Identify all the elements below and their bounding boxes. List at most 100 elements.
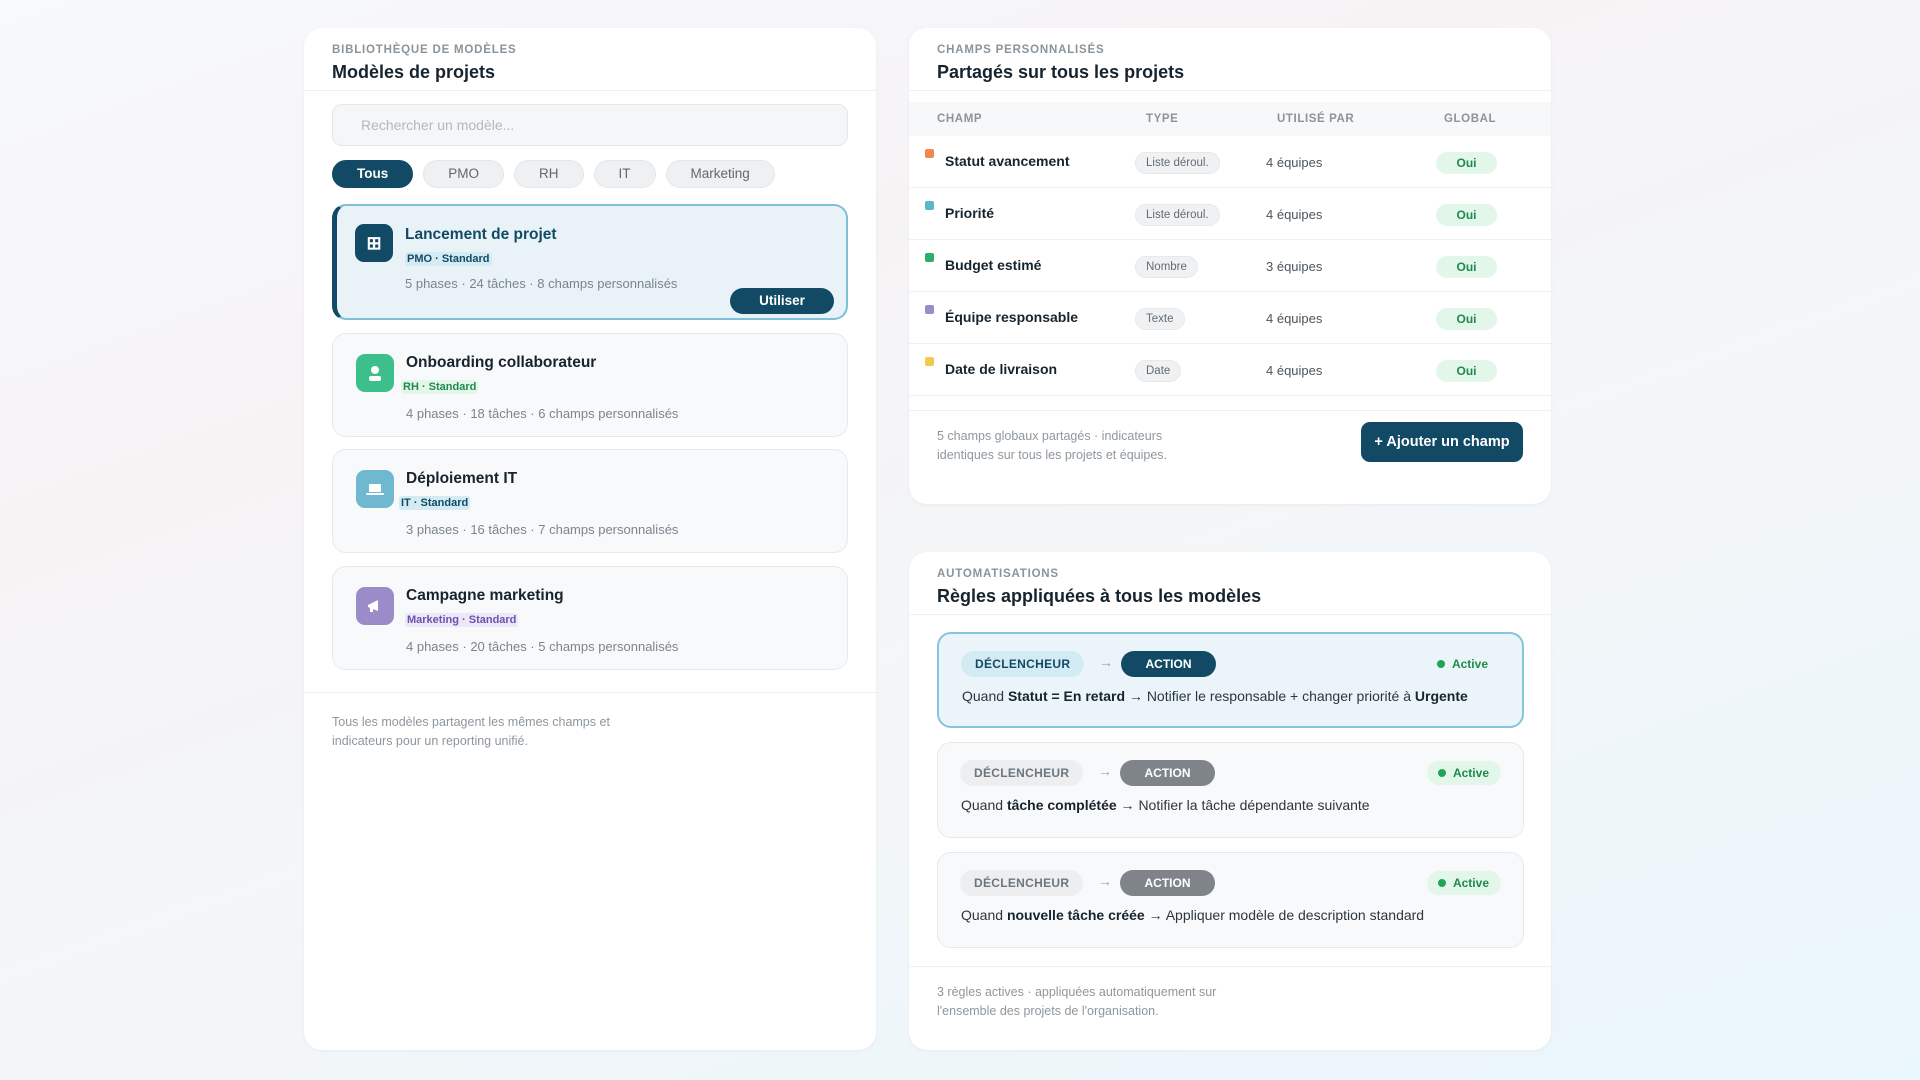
column-header-global: GLOBAL (1444, 113, 1497, 125)
column-header-champ: CHAMP (937, 113, 983, 125)
action-badge: ACTION (1120, 870, 1215, 896)
rule-when: Quand (961, 907, 1004, 923)
arrow-right-icon: → (1098, 763, 1112, 779)
rule-description: Quand Statut = En retard → Notifier le r… (962, 688, 1468, 704)
automations-title: Règles appliquées à tous les modèles (937, 586, 1262, 606)
template-tag: RH · Standard (401, 380, 479, 394)
template-tag: IT · Standard (399, 496, 471, 510)
column-header-utilise-par: UTILISÉ PAR (1277, 113, 1355, 125)
field-name: Date de livraison (945, 361, 1058, 377)
rule-target: Urgente (1414, 688, 1468, 704)
rule-action: Appliquer modèle de description standard (1165, 907, 1425, 923)
rule-arrow: → (1128, 688, 1143, 704)
table-row[interactable]: Statut avancement Liste déroul. 4 équipe… (909, 136, 1551, 188)
fields-footer: 5 champs globaux partagés · indicateurs … (909, 410, 1551, 481)
field-global-badge: Oui (1436, 360, 1497, 382)
field-used-by: 3 équipes (1266, 259, 1323, 274)
status-dot-icon (1437, 769, 1446, 777)
custom-fields-panel: CHAMPS PERSONNALISÉS Partagés sur tous l… (909, 28, 1551, 504)
templates-panel: BIBLIOTHÈQUE DE MODÈLES Modèles de proje… (304, 28, 876, 1050)
templates-header: BIBLIOTHÈQUE DE MODÈLES Modèles de proje… (304, 28, 876, 91)
field-global-badge: Oui (1436, 308, 1497, 330)
rule-description: Quand nouvelle tâche créée → Appliquer m… (961, 907, 1424, 923)
automations-panel: AUTOMATISATIONS Règles appliquées à tous… (909, 552, 1551, 1050)
action-badge: ACTION (1120, 760, 1215, 786)
megaphone-icon (356, 587, 394, 625)
rule-condition: Statut = En retard (1007, 688, 1126, 704)
field-type-badge: Nombre (1135, 256, 1198, 278)
fields-table-header: CHAMP TYPE UTILISÉ PAR GLOBAL (909, 102, 1551, 136)
arrow-right-icon: → (1098, 873, 1112, 889)
status-dot-icon (1436, 660, 1445, 668)
filter-chip-pmo[interactable]: PMO (423, 160, 505, 188)
trigger-badge: DÉCLENCHEUR (960, 760, 1084, 786)
filter-chip-marketing[interactable]: Marketing (665, 160, 775, 188)
field-name: Budget estimé (945, 257, 1042, 273)
rule-status-toggle[interactable]: Active (1426, 871, 1501, 895)
field-type-badge: Liste déroul. (1135, 152, 1220, 174)
rule-status-toggle[interactable]: Active (1426, 761, 1501, 785)
template-meta: 3 phases · 16 tâches · 7 champs personna… (406, 522, 679, 537)
trigger-badge: DÉCLENCHEUR (961, 651, 1085, 677)
field-used-by: 4 équipes (1266, 207, 1323, 222)
field-global-badge: Oui (1436, 204, 1497, 226)
field-name: Priorité (945, 205, 995, 221)
automation-rule-card[interactable]: DÉCLENCHEUR → ACTION Active Quand tâche … (937, 742, 1524, 838)
automation-rule-card[interactable]: DÉCLENCHEUR → ACTION Active Quand nouvel… (937, 852, 1524, 948)
template-tag: Marketing · Standard (405, 613, 519, 627)
automations-eyebrow: AUTOMATISATIONS (937, 568, 1059, 580)
template-search-input[interactable]: Rechercher un modèle... (332, 104, 848, 146)
templates-eyebrow: BIBLIOTHÈQUE DE MODÈLES (332, 44, 517, 56)
rule-description: Quand tâche complétée → Notifier la tâch… (961, 797, 1370, 813)
filter-chip-it[interactable]: IT (593, 160, 656, 188)
field-used-by: 4 équipes (1266, 311, 1323, 326)
trigger-badge: DÉCLENCHEUR (960, 870, 1084, 896)
template-meta: 5 phases · 24 tâches · 8 champs personna… (405, 276, 678, 291)
field-type-badge: Liste déroul. (1135, 204, 1220, 226)
field-global-badge: Oui (1436, 256, 1497, 278)
table-row[interactable]: Priorité Liste déroul. 4 équipes Oui (909, 188, 1551, 240)
laptop-icon (356, 470, 394, 508)
field-used-by: 4 équipes (1266, 155, 1323, 170)
rule-when: Quand (961, 797, 1004, 813)
rule-status-label: Active (1452, 766, 1489, 780)
filter-chip-rh[interactable]: RH (514, 160, 584, 188)
template-name: Campagne marketing (406, 587, 564, 604)
field-used-by: 4 équipes (1266, 363, 1323, 378)
field-color-swatch (925, 305, 934, 314)
table-row[interactable]: Date de livraison Date 4 équipes Oui (909, 344, 1551, 396)
rule-status-label: Active (1451, 657, 1488, 671)
filter-chip-tous[interactable]: Tous (332, 160, 414, 188)
fields-title: Partagés sur tous les projets (937, 62, 1185, 82)
rule-when: Quand (962, 688, 1005, 704)
automation-rule-card[interactable]: DÉCLENCHEUR → ACTION Active Quand Statut… (937, 632, 1524, 728)
use-template-button[interactable]: Utiliser (730, 288, 834, 314)
template-meta: 4 phases · 18 tâches · 6 champs personna… (406, 406, 679, 421)
rule-condition: nouvelle tâche créée (1006, 907, 1145, 923)
automations-header: AUTOMATISATIONS Règles appliquées à tous… (909, 552, 1551, 615)
templates-footer: Tous les modèles partagent les mêmes cha… (304, 692, 876, 771)
arrow-right-icon: → (1099, 654, 1113, 670)
template-name: Onboarding collaborateur (406, 354, 597, 371)
fields-footer-text: 5 champs globaux partagés · indicateurs … (937, 429, 1167, 462)
template-card-onboarding[interactable]: Onboarding collaborateur RH · Standard 4… (332, 333, 848, 437)
rule-action: Notifier la tâche dépendante suivante (1138, 797, 1370, 813)
field-color-swatch (925, 357, 934, 366)
template-tag: PMO · Standard (405, 252, 492, 266)
template-card-lancement[interactable]: ⊞ Lancement de projet PMO · Standard 5 p… (332, 204, 848, 320)
template-card-campagne[interactable]: Campagne marketing Marketing · Standard … (332, 566, 848, 670)
table-row[interactable]: Équipe responsable Texte 4 équipes Oui (909, 292, 1551, 344)
add-field-button[interactable]: + Ajouter un champ (1361, 422, 1523, 462)
template-card-deploiement[interactable]: Déploiement IT IT · Standard 3 phases · … (332, 449, 848, 553)
rule-status-toggle[interactable]: Active (1426, 652, 1500, 676)
action-badge: ACTION (1121, 651, 1216, 677)
grid-icon: ⊞ (355, 224, 393, 262)
column-header-type: TYPE (1146, 113, 1179, 125)
field-name: Statut avancement (945, 153, 1070, 169)
rule-action: Notifier le responsable + changer priori… (1146, 688, 1412, 704)
template-name: Lancement de projet (405, 226, 557, 243)
table-row[interactable]: Budget estimé Nombre 3 équipes Oui (909, 240, 1551, 292)
field-type-badge: Date (1135, 360, 1182, 382)
templates-footer-text: Tous les modèles partagent les mêmes cha… (332, 715, 610, 748)
automations-footer-text: 3 règles actives · appliquées automatiqu… (937, 985, 1217, 1018)
